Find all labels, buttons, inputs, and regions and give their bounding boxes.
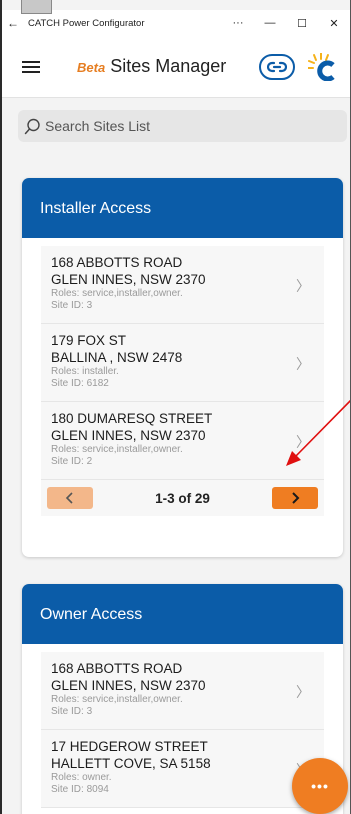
page-count: 1-3 of 29 [155,490,210,506]
site-list-item[interactable]: 168 ABBOTTS ROAD GLEN INNES, NSW 2370 Ro… [41,652,324,730]
site-address-line1: 17 HEDGEROW STREET [51,739,208,754]
page-title-text: Sites Manager [110,56,227,76]
link-button[interactable] [259,54,295,80]
site-address-line1: 179 FOX ST [51,333,127,348]
site-address-line2: HALLETT COVE, SA 5158 [51,756,211,771]
owner-access-title: Owner Access [22,584,343,644]
site-roles: Roles: service,installer,owner. [51,694,183,705]
window-title: CATCH Power Configurator [28,17,145,29]
next-page-button[interactable] [272,487,318,509]
site-address-line2: BALLINA , NSW 2478 [51,350,183,365]
beta-badge: Beta [77,60,106,75]
chevron-left-icon [65,492,73,504]
minimize-icon[interactable]: — [254,17,286,29]
site-roles: Roles: installer. [51,366,119,377]
more-actions-button[interactable]: ••• [292,758,348,814]
app-window: ← CATCH Power Configurator ··· — ☐ ✕ Bet… [0,0,351,814]
installer-access-title: Installer Access [22,178,343,238]
search-icon [24,118,40,134]
window-edge-tab [21,0,52,14]
site-address-line2: GLEN INNES, NSW 2370 [51,678,206,693]
site-address-line2: GLEN INNES, NSW 2370 [51,272,206,287]
close-icon[interactable]: ✕ [318,17,350,30]
page-title: Beta Sites Manager [77,56,226,77]
site-id: Site ID: 3 [51,706,93,717]
site-roles: Roles: service,installer,owner. [51,444,183,455]
site-list-item[interactable]: 17 HEDGEROW STREET HALLETT COVE, SA 5158… [41,730,324,808]
main-content[interactable]: Search Sites List Installer Access 168 A… [2,98,350,814]
site-id: Site ID: 2 [51,456,93,467]
site-list-item[interactable]: 180 DUMARESQ STREET GLEN INNES, NSW 2370… [41,402,324,480]
site-id: Site ID: 6182 [51,378,109,389]
back-arrow-icon[interactable]: ← [2,16,24,30]
link-chain-icon [267,61,287,73]
search-input[interactable]: Search Sites List [18,110,347,142]
site-address-line2: GLEN INNES, NSW 2370 [51,428,206,443]
hamburger-menu-icon[interactable] [22,61,40,73]
catch-power-logo [308,53,335,81]
window-titlebar: ← CATCH Power Configurator ··· — ☐ ✕ [2,10,350,36]
site-roles: Roles: service,installer,owner. [51,288,183,299]
site-address-line1: 180 DUMARESQ STREET [51,411,213,426]
chevron-right-icon: 〉 [296,684,310,700]
chevron-right-icon: 〉 [296,356,310,372]
more-options-icon[interactable]: ··· [222,17,254,29]
site-id: Site ID: 3 [51,300,93,311]
site-address-line1: 168 ABBOTTS ROAD [51,661,183,676]
pagination-bar: 1-3 of 29 [41,480,324,516]
site-roles: Roles: owner. [51,772,112,783]
prev-page-button[interactable] [47,487,93,509]
chevron-right-icon [292,492,300,504]
chevron-right-icon: 〉 [296,434,310,450]
site-address-line1: 168 ABBOTTS ROAD [51,255,183,270]
maximize-icon[interactable]: ☐ [286,17,318,30]
site-list-item[interactable]: 179 FOX ST BALLINA , NSW 2478 Roles: ins… [41,324,324,402]
site-id: Site ID: 8094 [51,784,109,795]
site-list-item[interactable]: 168 ABBOTTS ROAD GLEN INNES, NSW 2370 Ro… [41,246,324,324]
installer-access-card: Installer Access 168 ABBOTTS ROAD GLEN I… [22,178,343,557]
search-placeholder: Search Sites List [45,118,151,134]
chevron-right-icon: 〉 [296,278,310,294]
app-bar: Beta Sites Manager [2,36,350,98]
